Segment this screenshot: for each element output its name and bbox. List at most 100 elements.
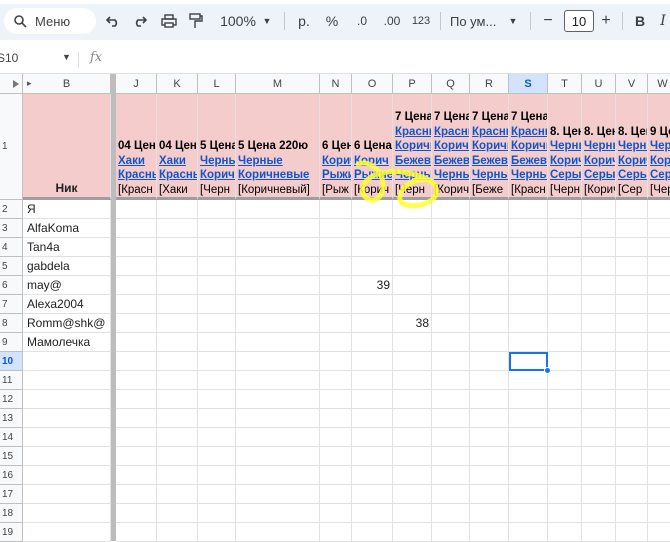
nickname-cell[interactable]: may@ — [23, 276, 111, 295]
grid-cell[interactable] — [509, 485, 548, 504]
grid-cell[interactable] — [320, 523, 352, 542]
spreadsheet-grid[interactable]: ▸ B J K L M N O P Q R S T U V W 1 2 3 4 5 6 7 8 9 10 11 12 13 14 15 16 1… — [0, 74, 670, 542]
grid-cell[interactable] — [157, 295, 198, 314]
header-color-link[interactable]: Черные — [618, 139, 647, 153]
grid-cell[interactable] — [198, 523, 236, 542]
grid-cell[interactable] — [23, 390, 111, 409]
grid-cell[interactable] — [470, 409, 509, 428]
grid-cell[interactable] — [509, 504, 548, 523]
header-cell-w[interactable]: 9 ЦенаЧерныеКоричСерые[Черн — [648, 94, 670, 200]
grid-cell[interactable] — [432, 333, 470, 352]
grid-cell[interactable] — [116, 371, 157, 390]
grid-cell[interactable] — [393, 485, 432, 504]
grid-cell[interactable] — [432, 371, 470, 390]
grid-cell[interactable] — [116, 314, 157, 333]
grid-cell[interactable] — [470, 333, 509, 352]
grid-cell[interactable] — [548, 200, 582, 219]
grid-cell[interactable] — [116, 219, 157, 238]
row-header-5[interactable]: 5 — [0, 257, 23, 276]
grid-cell[interactable] — [648, 504, 670, 523]
grid-cell[interactable] — [198, 371, 236, 390]
header-color-link[interactable]: Серые — [550, 168, 581, 182]
grid-cell[interactable] — [648, 238, 670, 257]
grid-cell[interactable] — [470, 371, 509, 390]
grid-cell[interactable] — [198, 295, 236, 314]
header-color-link[interactable]: Бежевые — [472, 154, 508, 168]
grid-cell[interactable] — [116, 200, 157, 219]
font-size-decrease-button[interactable]: − — [540, 10, 556, 32]
grid-cell[interactable] — [548, 523, 582, 542]
value-cell[interactable]: 38 — [393, 314, 432, 333]
grid-cell[interactable] — [116, 352, 157, 371]
grid-cell[interactable] — [157, 314, 198, 333]
header-cell-o[interactable]: 6 Цена Корич Рыжие [Корич — [352, 94, 393, 200]
nickname-cell[interactable]: AlfaKoma — [23, 219, 111, 238]
column-header-m[interactable]: M — [236, 74, 320, 94]
grid-cell[interactable] — [236, 333, 320, 352]
header-color-link[interactable]: Красные — [159, 168, 197, 182]
grid-cell[interactable] — [198, 352, 236, 371]
grid-cell[interactable] — [509, 333, 548, 352]
grid-cell[interactable] — [582, 352, 616, 371]
grid-cell[interactable] — [320, 409, 352, 428]
percent-format-button[interactable]: % — [324, 10, 340, 32]
header-cell-v[interactable]: 8. ЦенаЧерныеКоричнСерые[Сер — [616, 94, 648, 200]
header-cell-m[interactable]: 5 Цена 220ю Черные Коричневые [Коричневый] — [236, 94, 320, 200]
grid-cell[interactable] — [548, 219, 582, 238]
grid-cell[interactable] — [432, 219, 470, 238]
grid-cell[interactable] — [432, 276, 470, 295]
grid-cell[interactable] — [198, 257, 236, 276]
zoom-select[interactable]: 100% — [218, 10, 258, 32]
grid-cell[interactable] — [393, 523, 432, 542]
grid-cell[interactable] — [116, 428, 157, 447]
grid-cell[interactable] — [648, 466, 670, 485]
grid-cell[interactable] — [616, 276, 648, 295]
grid-cell[interactable] — [116, 409, 157, 428]
grid-cell[interactable] — [616, 523, 648, 542]
header-cell-j[interactable]: 04 Цена ХакиКрасные[Красн — [116, 94, 157, 200]
row-header-11[interactable]: 11 — [0, 371, 23, 390]
grid-cell[interactable] — [582, 333, 616, 352]
grid-cell[interactable] — [616, 238, 648, 257]
grid-cell[interactable] — [236, 371, 320, 390]
number-format-button[interactable]: 123 — [410, 10, 432, 32]
grid-cell[interactable] — [236, 504, 320, 523]
grid-cell[interactable] — [509, 428, 548, 447]
grid-cell[interactable] — [320, 371, 352, 390]
grid-cell[interactable] — [582, 371, 616, 390]
grid-cell[interactable] — [320, 200, 352, 219]
column-header-b[interactable]: ▸ B — [23, 74, 111, 94]
grid-cell[interactable] — [198, 466, 236, 485]
row-header-14[interactable]: 14 — [0, 428, 23, 447]
grid-cell[interactable] — [393, 447, 432, 466]
grid-cell[interactable] — [548, 390, 582, 409]
grid-cell[interactable] — [393, 276, 432, 295]
header-cell-r[interactable]: 7 Цена КрасныеКоричнБежевыеЧерные[Беже — [470, 94, 509, 200]
grid-cell[interactable] — [548, 485, 582, 504]
grid-cell[interactable] — [352, 257, 393, 276]
grid-cell[interactable] — [198, 447, 236, 466]
grid-cell[interactable] — [198, 238, 236, 257]
grid-cell[interactable] — [648, 200, 670, 219]
grid-cell[interactable] — [616, 447, 648, 466]
grid-cell[interactable] — [432, 295, 470, 314]
grid-cell[interactable] — [116, 485, 157, 504]
grid-cell[interactable] — [509, 314, 548, 333]
header-color-link[interactable]: Серые — [618, 168, 647, 182]
grid-cell[interactable] — [509, 371, 548, 390]
header-color-link[interactable]: Коричн — [472, 139, 508, 153]
grid-cell[interactable] — [198, 219, 236, 238]
grid-cell[interactable] — [616, 352, 648, 371]
header-color-link[interactable]: Коричн — [200, 168, 235, 182]
grid-cell[interactable] — [352, 447, 393, 466]
grid-cell[interactable] — [432, 314, 470, 333]
header-color-link[interactable]: Черные — [395, 168, 431, 182]
grid-cell[interactable] — [198, 390, 236, 409]
header-cell-p[interactable]: 7 Цена КрасныеКоричнБежевыеЧерные[Черн — [393, 94, 432, 200]
grid-cell[interactable] — [236, 409, 320, 428]
header-cell-u[interactable]: 8. ЦенаЧерныеКоричнСерые[Корич — [582, 94, 616, 200]
grid-cell[interactable] — [393, 390, 432, 409]
grid-cell[interactable] — [393, 352, 432, 371]
grid-cell[interactable] — [432, 485, 470, 504]
header-color-link[interactable]: Коричн — [395, 139, 431, 153]
